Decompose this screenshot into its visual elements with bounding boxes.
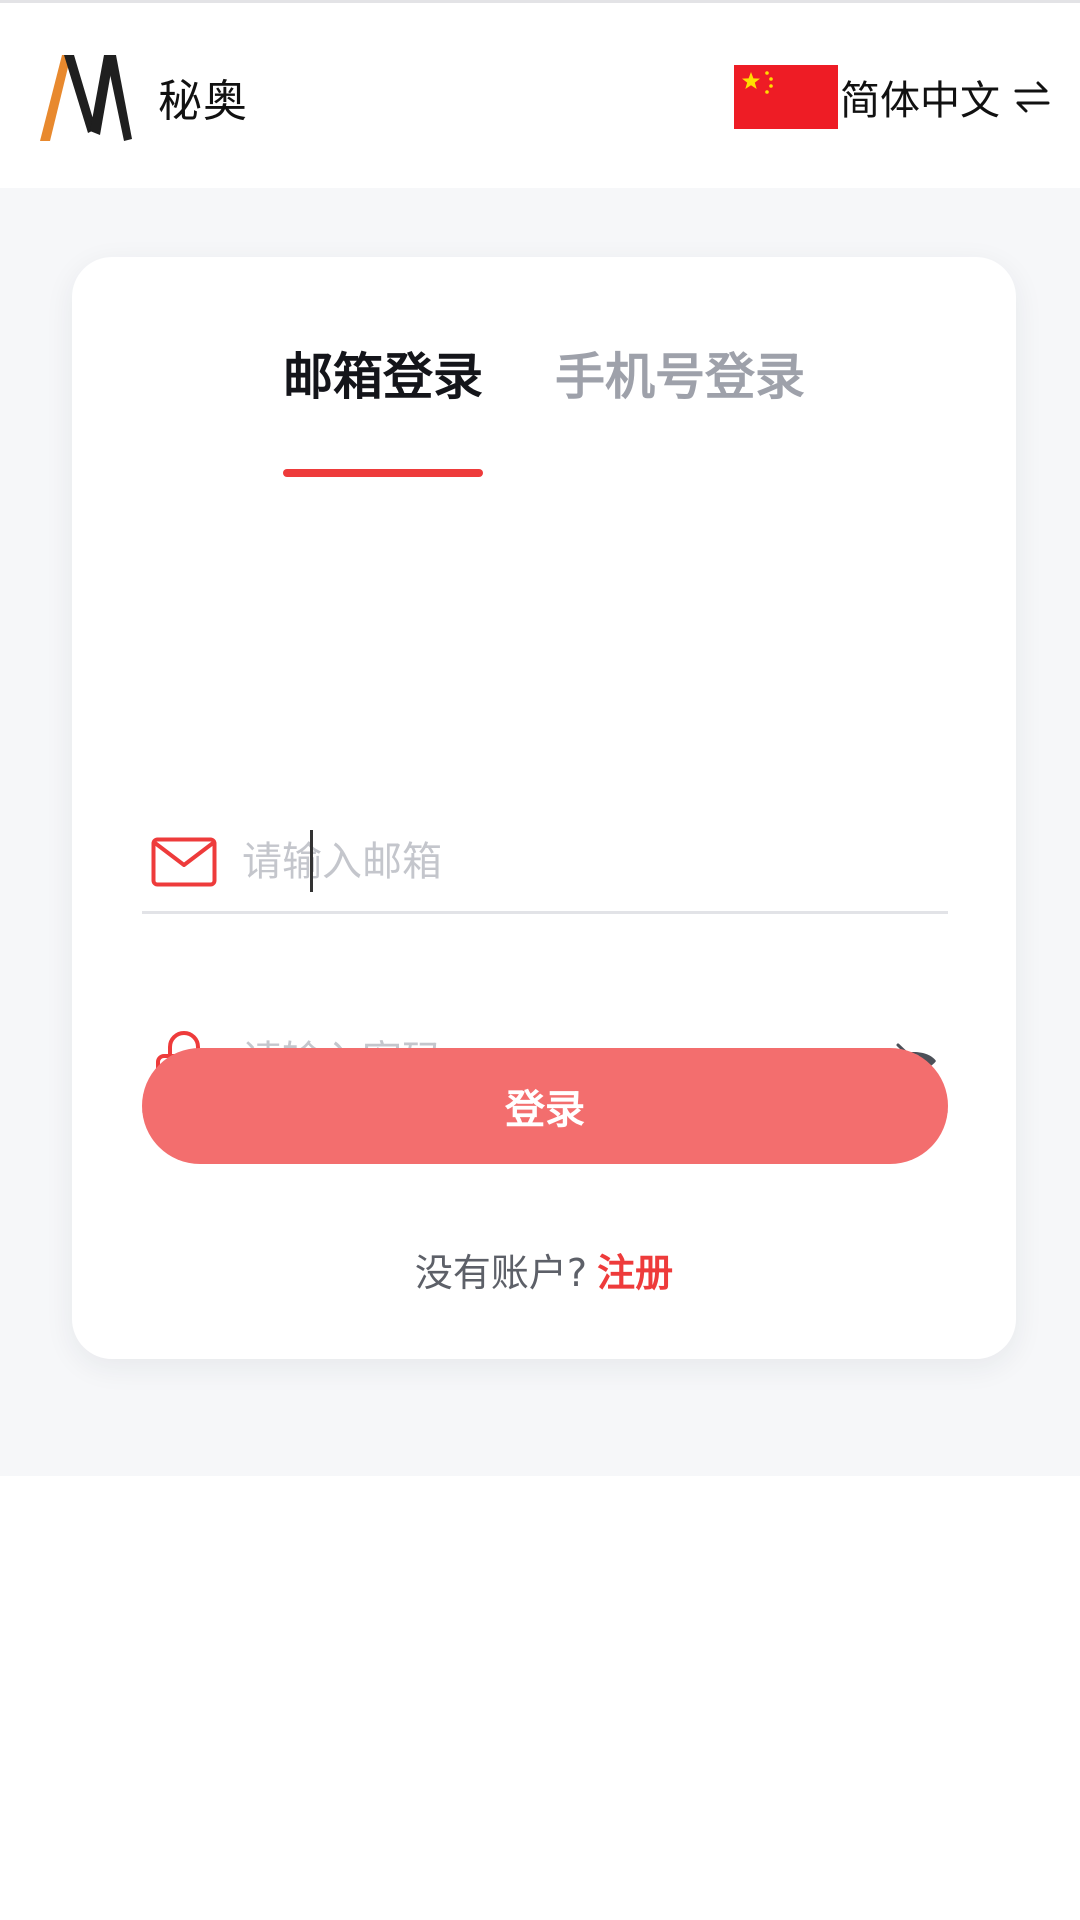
tab-label: 邮箱登录 bbox=[283, 348, 483, 406]
language-label: 简体中文 bbox=[840, 78, 1000, 124]
tab-email-login[interactable]: 邮箱登录 bbox=[283, 337, 483, 477]
language-switcher[interactable]: 简体中文 bbox=[734, 65, 1052, 129]
register-prompt: 没有账户? 注册 bbox=[72, 1242, 1016, 1297]
active-tab-indicator bbox=[283, 469, 483, 477]
text-cursor bbox=[310, 830, 313, 892]
login-tabs: 邮箱登录 手机号登录 bbox=[72, 337, 1016, 477]
brand-logo-icon bbox=[40, 55, 132, 141]
tab-phone-login[interactable]: 手机号登录 bbox=[555, 337, 805, 477]
email-field-row bbox=[142, 812, 948, 914]
brand-name: 秘奥 bbox=[158, 76, 248, 127]
swap-arrows-icon bbox=[1014, 81, 1050, 113]
login-card: 邮箱登录 手机号登录 请输入邮箱 登录 没有账户? 注册 bbox=[72, 257, 1016, 1359]
register-link[interactable]: 注册 bbox=[597, 1251, 673, 1295]
login-button[interactable]: 登录 bbox=[142, 1048, 948, 1164]
email-input[interactable] bbox=[242, 826, 948, 897]
envelope-icon bbox=[150, 832, 218, 892]
china-flag-icon bbox=[734, 65, 838, 129]
tab-label: 手机号登录 bbox=[555, 348, 805, 406]
brand[interactable]: 秘奥 bbox=[38, 47, 248, 147]
register-prompt-text: 没有账户? bbox=[414, 1251, 588, 1295]
app-header: 秘奥 简体中文 bbox=[0, 0, 1080, 188]
